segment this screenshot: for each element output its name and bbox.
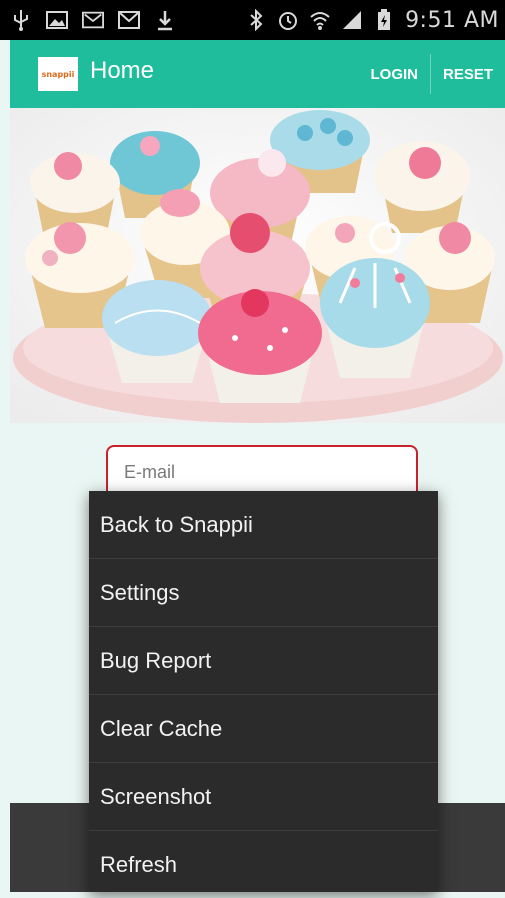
menu-item-clear-cache[interactable]: Clear Cache — [89, 695, 438, 763]
login-button[interactable]: LOGIN — [358, 54, 430, 94]
page-title: Home — [90, 57, 155, 84]
app-bar: snappii Home LOGIN RESET — [10, 40, 505, 108]
menu-item-back-to-snappii[interactable]: Back to Snappii — [89, 491, 438, 559]
cupcakes-illustration — [10, 108, 505, 423]
download-icon — [154, 9, 176, 31]
hero-image — [10, 108, 505, 423]
usb-icon — [10, 9, 32, 31]
email-input[interactable] — [122, 461, 406, 484]
wifi-icon — [309, 9, 331, 31]
bluetooth-icon — [245, 9, 267, 31]
reset-button[interactable]: RESET — [431, 54, 505, 94]
menu-item-refresh[interactable]: Refresh — [89, 831, 438, 898]
status-bar-left — [10, 0, 176, 40]
alarm-icon — [277, 9, 299, 31]
status-time: 9:51 AM — [405, 7, 499, 33]
app-logo-text: snappii — [41, 69, 75, 79]
voicemail-icon — [82, 9, 104, 31]
status-bar-right: 9:51 AM — [245, 0, 499, 40]
menu-item-settings[interactable]: Settings — [89, 559, 438, 627]
options-menu: Back to Snappii Settings Bug Report Clea… — [89, 491, 438, 892]
app-logo: snappii — [38, 57, 78, 91]
signal-icon — [341, 9, 363, 31]
gmail-icon — [118, 9, 140, 31]
app-bar-actions: LOGIN RESET — [358, 40, 505, 108]
battery-icon — [373, 9, 395, 31]
image-icon — [46, 9, 68, 31]
menu-item-bug-report[interactable]: Bug Report — [89, 627, 438, 695]
menu-item-screenshot[interactable]: Screenshot — [89, 763, 438, 831]
status-bar: 9:51 AM — [0, 0, 505, 40]
